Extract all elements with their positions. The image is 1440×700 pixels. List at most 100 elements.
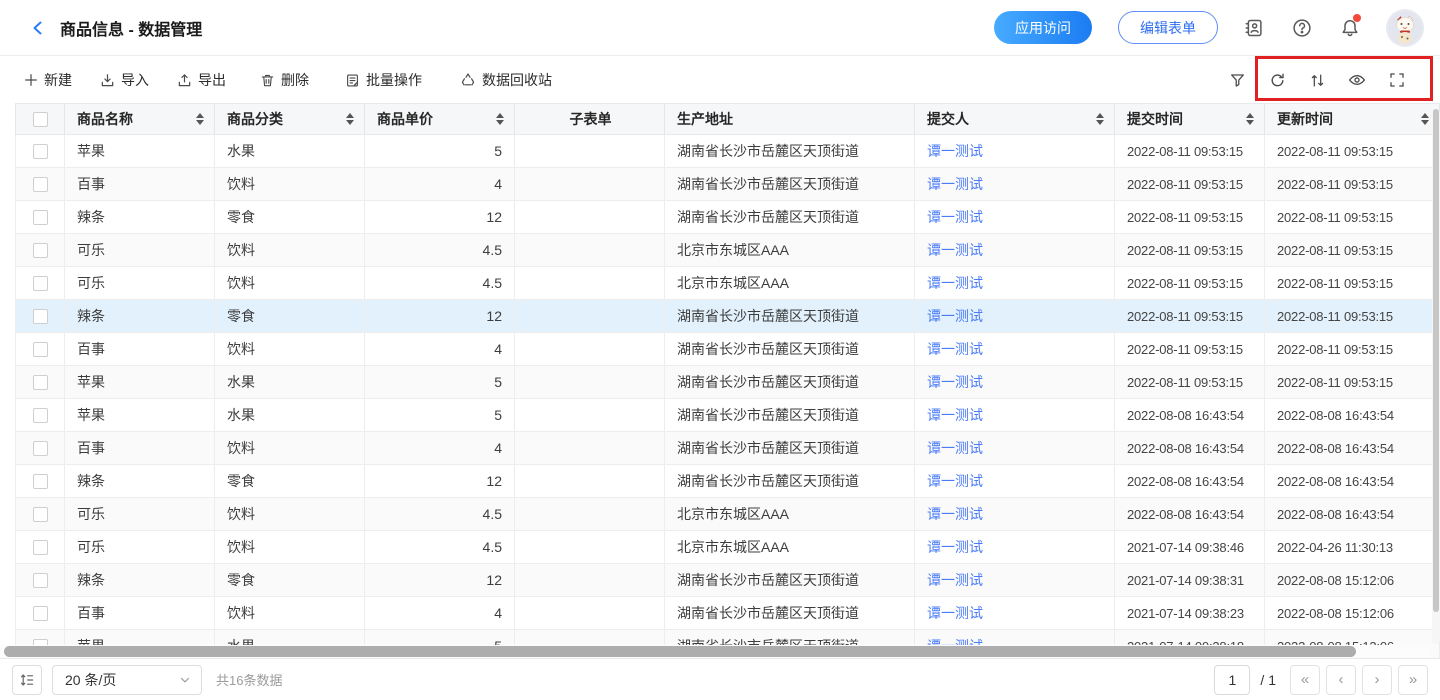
sort-icon[interactable] [1096,113,1104,125]
edit-form-button[interactable]: 编辑表单 [1118,11,1218,44]
sort-icon[interactable] [196,113,204,125]
vertical-scrollbar[interactable] [1432,109,1440,644]
submitter-link[interactable]: 谭一测试 [927,603,983,623]
row-checkbox[interactable] [33,177,48,192]
column-header-5[interactable]: 提交人 [915,104,1115,134]
submitter-link[interactable]: 谭一测试 [927,141,983,161]
row-checkbox[interactable] [33,507,48,522]
refresh-icon[interactable] [1264,67,1290,93]
sort-icon[interactable] [1421,113,1429,125]
submitter-link[interactable]: 谭一测试 [927,471,983,491]
row-height-button[interactable] [12,665,42,695]
cell-category: 零食 [215,300,365,332]
back-button[interactable] [24,14,52,42]
row-checkbox[interactable] [33,474,48,489]
row-checkbox[interactable] [33,210,48,225]
horizontal-scrollbar[interactable] [0,645,1430,658]
prev-page-button[interactable]: ‹ [1326,665,1356,695]
row-checkbox[interactable] [33,573,48,588]
submitter-link[interactable]: 谭一测试 [927,240,983,260]
visibility-eye-icon[interactable] [1344,67,1370,93]
row-checkbox[interactable] [33,342,48,357]
delete-button[interactable]: 删除 [260,70,309,90]
horizontal-scrollbar-thumb[interactable] [4,646,1356,657]
table-row[interactable]: 百事饮料4湖南省长沙市岳麓区天顶街道谭一测试2021-07-14 09:38:2… [15,597,1440,630]
filter-icon[interactable] [1224,67,1250,93]
table-row[interactable]: 可乐饮料4.5北京市东城区AAA谭一测试2022-08-11 09:53:152… [15,234,1440,267]
table-row[interactable]: 辣条零食12湖南省长沙市岳麓区天顶街道谭一测试2022-08-11 09:53:… [15,201,1440,234]
row-checkbox[interactable] [33,144,48,159]
submitter-link[interactable]: 谭一测试 [927,405,983,425]
app-access-button[interactable]: 应用访问 [994,11,1092,44]
first-page-button[interactable]: « [1290,665,1320,695]
submitter-link[interactable]: 谭一测试 [927,174,983,194]
column-header-1[interactable]: 商品分类 [215,104,365,134]
address-book-icon[interactable] [1242,16,1266,40]
export-button[interactable]: 导出 [177,70,226,90]
total-count-label: 共16条数据 [216,670,282,689]
table-row[interactable]: 百事饮料4湖南省长沙市岳麓区天顶街道谭一测试2022-08-08 16:43:5… [15,432,1440,465]
column-header-2[interactable]: 商品单价 [365,104,515,134]
cell-category: 饮料 [215,333,365,365]
user-avatar[interactable] [1386,9,1424,47]
batch-operation-button[interactable]: 批量操作 [345,70,422,90]
submitter-link[interactable]: 谭一测试 [927,339,983,359]
table-row[interactable]: 百事饮料4湖南省长沙市岳麓区天顶街道谭一测试2022-08-11 09:53:1… [15,333,1440,366]
cell-price: 12 [365,564,515,596]
column-header-7[interactable]: 更新时间 [1265,104,1440,134]
table-row[interactable]: 辣条零食12湖南省长沙市岳麓区天顶街道谭一测试2022-08-11 09:53:… [15,300,1440,333]
table-row[interactable]: 可乐饮料4.5北京市东城区AAA谭一测试2022-08-08 16:43:542… [15,498,1440,531]
sort-icon[interactable] [346,113,354,125]
column-label: 提交时间 [1127,109,1183,129]
submitter-link[interactable]: 谭一测试 [927,372,983,392]
row-checkbox[interactable] [33,606,48,621]
table-row[interactable]: 辣条零食12湖南省长沙市岳麓区天顶街道谭一测试2021-07-14 09:38:… [15,564,1440,597]
sort-icon[interactable] [496,113,504,125]
row-checkbox[interactable] [33,309,48,324]
fullscreen-icon[interactable] [1384,67,1410,93]
import-button[interactable]: 导入 [100,70,149,90]
submitter-link[interactable]: 谭一测试 [927,306,983,326]
current-page-input[interactable] [1214,665,1250,695]
row-checkbox[interactable] [33,375,48,390]
select-all-checkbox-cell[interactable] [15,104,65,134]
submitter-link[interactable]: 谭一测试 [927,570,983,590]
cell-submitter: 谭一测试 [915,135,1115,167]
page-size-select[interactable]: 20 条/页 [52,665,202,695]
table-row[interactable]: 百事饮料4湖南省长沙市岳麓区天顶街道谭一测试2022-08-11 09:53:1… [15,168,1440,201]
row-checkbox[interactable] [33,441,48,456]
last-page-button[interactable]: » [1398,665,1428,695]
notification-bell-icon[interactable] [1338,16,1362,40]
table-row[interactable]: 可乐饮料4.5北京市东城区AAA谭一测试2022-08-11 09:53:152… [15,267,1440,300]
table-row[interactable]: 苹果水果5湖南省长沙市岳麓区天顶街道谭一测试2022-08-11 09:53:1… [15,135,1440,168]
select-all-checkbox[interactable] [33,112,48,127]
submitter-link[interactable]: 谭一测试 [927,207,983,227]
row-checkbox[interactable] [33,540,48,555]
recycle-icon [460,72,476,88]
next-page-button[interactable]: › [1362,665,1392,695]
vertical-scrollbar-thumb[interactable] [1433,109,1439,612]
table-row[interactable]: 可乐饮料4.5北京市东城区AAA谭一测试2021-07-14 09:38:462… [15,531,1440,564]
row-checkbox[interactable] [33,243,48,258]
table-row[interactable]: 苹果水果5湖南省长沙市岳麓区天顶街道谭一测试2022-08-08 16:43:5… [15,399,1440,432]
help-icon[interactable] [1290,16,1314,40]
cell-address: 湖南省长沙市岳麓区天顶街道 [665,399,915,431]
column-header-6[interactable]: 提交时间 [1115,104,1265,134]
cell-subform [515,267,665,299]
submitter-link[interactable]: 谭一测试 [927,504,983,524]
row-checkbox[interactable] [33,276,48,291]
sort-icon[interactable] [1304,67,1330,93]
column-header-0[interactable]: 商品名称 [65,104,215,134]
cell-category: 水果 [215,399,365,431]
cell-category: 饮料 [215,234,365,266]
sort-icon[interactable] [1246,113,1254,125]
row-checkbox[interactable] [33,408,48,423]
recycle-bin-button[interactable]: 数据回收站 [460,70,552,90]
new-button[interactable]: 新建 [24,70,72,90]
table-row[interactable]: 苹果水果5湖南省长沙市岳麓区天顶街道谭一测试2022-08-11 09:53:1… [15,366,1440,399]
cell-submit_time: 2022-08-11 09:53:15 [1115,333,1265,365]
submitter-link[interactable]: 谭一测试 [927,537,983,557]
submitter-link[interactable]: 谭一测试 [927,273,983,293]
submitter-link[interactable]: 谭一测试 [927,438,983,458]
table-row[interactable]: 辣条零食12湖南省长沙市岳麓区天顶街道谭一测试2022-08-08 16:43:… [15,465,1440,498]
